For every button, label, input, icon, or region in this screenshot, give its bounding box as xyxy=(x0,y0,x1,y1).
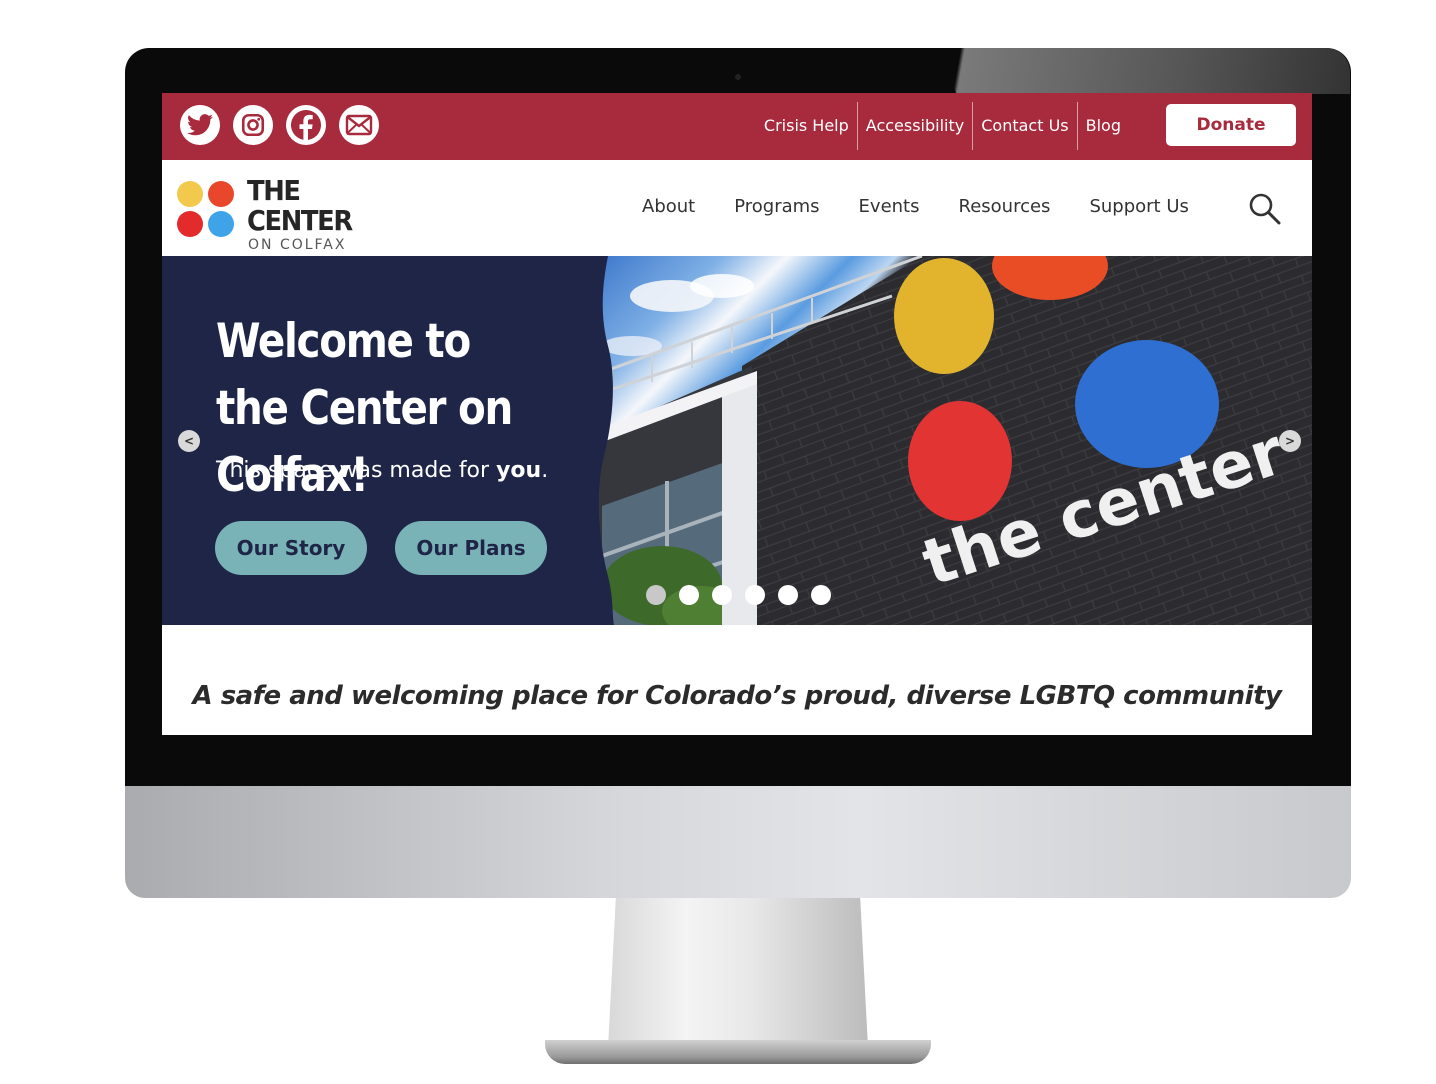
hero-subtitle-emphasis: you xyxy=(496,458,542,483)
logo-dot-yellow xyxy=(177,181,203,207)
hero-subtitle-suffix: . xyxy=(541,458,549,483)
logo-text-on-colfax: ON COLFAX xyxy=(248,237,347,253)
nav-item-events[interactable]: Events xyxy=(859,196,920,217)
hero-subtitle: This space was made for you. xyxy=(216,458,548,483)
instagram-icon[interactable] xyxy=(233,105,273,145)
tagline: A safe and welcoming place for Colorado’… xyxy=(192,681,1282,711)
logo-dot-blue xyxy=(208,211,234,237)
logo-dot-red xyxy=(177,211,203,237)
logo-text-the: THE xyxy=(247,174,301,207)
nav-item-support-us[interactable]: Support Us xyxy=(1089,196,1188,217)
slide-dot-2[interactable] xyxy=(679,585,699,605)
screen-glare xyxy=(940,48,1350,94)
slider-pagination xyxy=(646,585,831,605)
main-header: THE CENTER ON COLFAX About Programs Even… xyxy=(162,160,1312,256)
slide-dot-5[interactable] xyxy=(778,585,798,605)
monitor-stand xyxy=(608,898,868,1048)
accessibility-link[interactable]: Accessibility xyxy=(856,102,972,150)
logo-text-center: CENTER xyxy=(247,204,353,237)
hero-subtitle-prefix: This space was made for xyxy=(216,458,497,483)
logo-dot-orange xyxy=(208,181,234,207)
slider-next-button[interactable]: > xyxy=(1279,430,1301,452)
email-icon[interactable] xyxy=(339,105,379,145)
primary-nav: About Programs Events Resources Support … xyxy=(642,196,1228,217)
nav-item-programs[interactable]: Programs xyxy=(734,196,819,217)
top-utility-bar: Crisis Help Accessibility Contact Us Blo… xyxy=(162,93,1312,160)
slide-dot-6[interactable] xyxy=(811,585,831,605)
social-links xyxy=(180,105,379,145)
hero-slider: the center Welcome to the Center on Colf… xyxy=(162,256,1312,625)
crisis-help-link[interactable]: Crisis Help xyxy=(756,102,857,150)
hero-building-photo: the center xyxy=(592,256,1312,625)
monitor-base xyxy=(545,1040,931,1064)
slide-dot-1[interactable] xyxy=(646,585,666,605)
donate-button[interactable]: Donate xyxy=(1166,104,1296,146)
facebook-icon[interactable] xyxy=(286,105,326,145)
website-screen: Crisis Help Accessibility Contact Us Blo… xyxy=(162,93,1312,735)
our-story-button[interactable]: Our Story xyxy=(215,521,367,575)
utility-links: Crisis Help Accessibility Contact Us Blo… xyxy=(756,102,1129,150)
nav-item-about[interactable]: About xyxy=(642,196,695,217)
search-icon[interactable] xyxy=(1248,192,1282,226)
monitor-chin xyxy=(125,786,1351,898)
slide-dot-3[interactable] xyxy=(712,585,732,605)
contact-us-link[interactable]: Contact Us xyxy=(972,102,1076,150)
our-plans-button[interactable]: Our Plans xyxy=(395,521,547,575)
blog-link[interactable]: Blog xyxy=(1076,102,1129,150)
nav-item-resources[interactable]: Resources xyxy=(959,196,1051,217)
building-illustration: the center xyxy=(592,256,1312,625)
slide-dot-4[interactable] xyxy=(745,585,765,605)
slider-prev-button[interactable]: < xyxy=(178,430,200,452)
camera-dot xyxy=(735,74,741,80)
twitter-icon[interactable] xyxy=(180,105,220,145)
site-logo[interactable]: THE CENTER ON COLFAX xyxy=(177,170,367,253)
